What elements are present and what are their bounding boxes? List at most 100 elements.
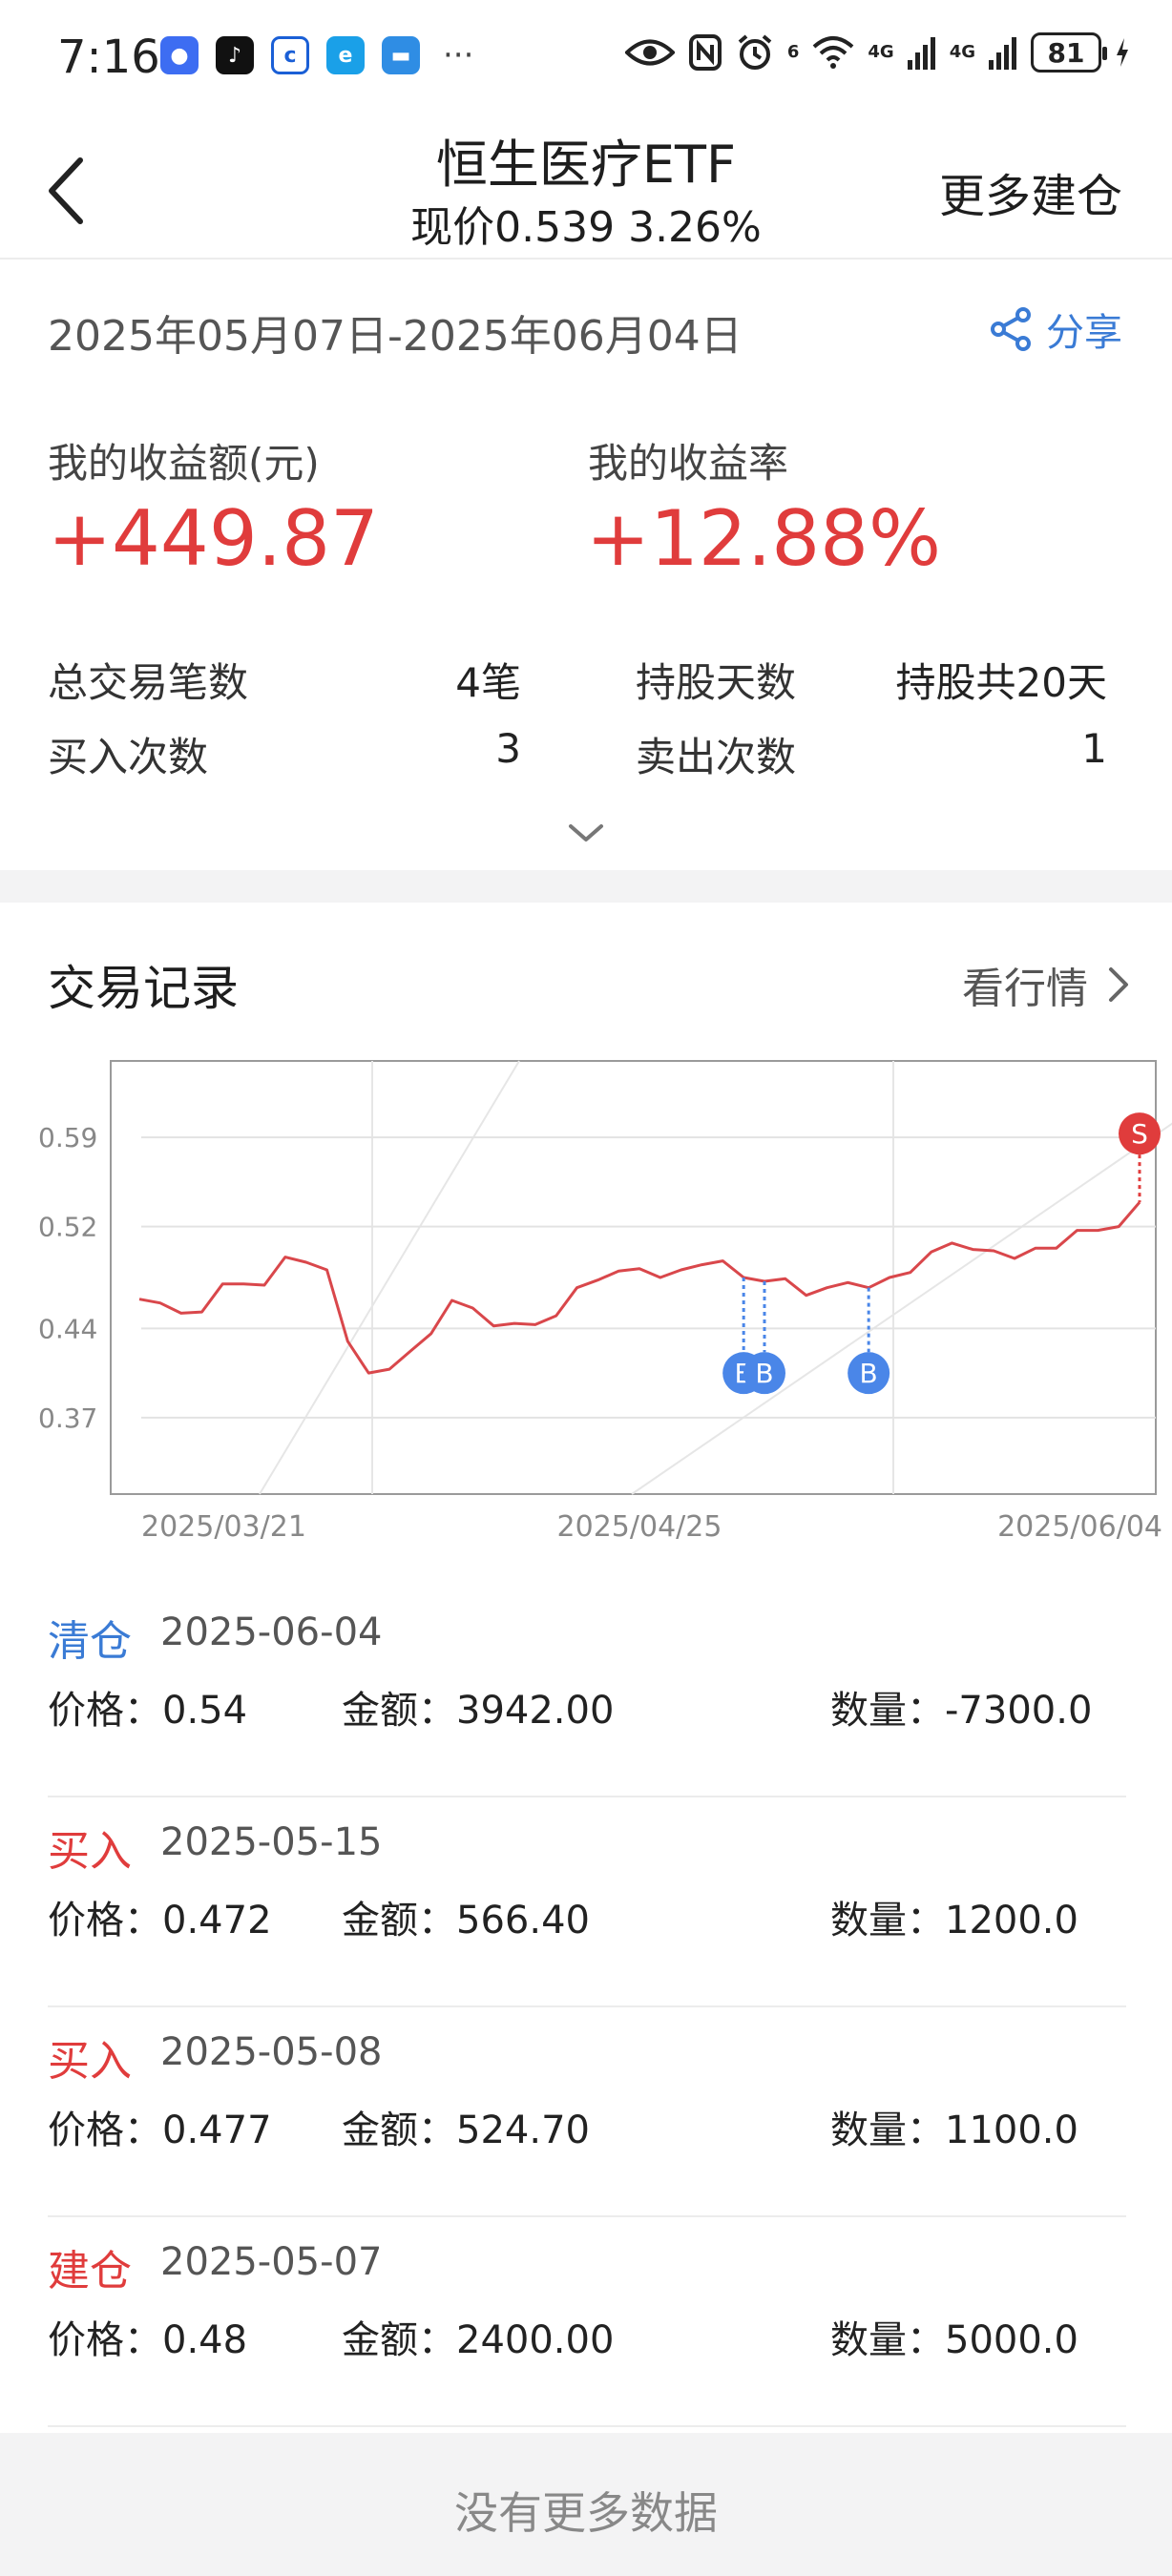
price-label: 价格： [48,2109,162,2152]
quantity-label: 数量： [830,1689,945,1733]
sell-count-label: 卖出次数 [636,734,797,780]
rate-value: +12.88% [586,494,942,583]
holding-days-value: 持股共20天 [895,659,1107,706]
status-bar: 7:16 ● ♪ c e ▬ ··· 6 4G 4G 81 [0,0,1172,114]
message-app-icon: ▬ [382,36,420,74]
y-tick-label: 0.59 [38,1122,97,1153]
list-footer: 没有更多数据 [0,2433,1172,2576]
status-time: 7:16 [57,31,160,84]
quantity-value: 1100.0 [945,2109,1078,2152]
amount-value: 524.70 [456,2109,590,2152]
trade-date: 2025-05-07 [160,2240,383,2284]
y-tick-label: 0.44 [38,1313,97,1344]
signal-icon [989,37,1016,70]
trade-price: 价格：0.472 [48,1889,272,1944]
quantity-label: 数量： [830,1899,945,1942]
view-market-link[interactable]: 看行情 [962,954,1130,1015]
amount-label: 金额： [342,1689,456,1733]
amount-value: 3942.00 [456,1689,615,1733]
douyin-app-icon: ♪ [216,36,254,74]
alarm-icon [738,34,772,70]
battery-icon: 81 [1031,32,1107,73]
quantity-label: 数量： [830,2109,945,2152]
trade-quantity: 数量：1100.0 [830,2099,1078,2154]
trade-date: 2025-06-04 [160,1610,383,1654]
trade-row[interactable]: 买入 2025-05-15 价格：0.472 金额：566.40 数量：1200.0 [48,1797,1126,2007]
browser-app-icon: c [271,36,309,74]
notification-icons: ● ♪ c e ▬ ··· [160,36,473,74]
section-divider [0,870,1172,903]
y-tick-label: 0.52 [38,1212,97,1243]
total-trades-label: 总交易笔数 [48,659,249,706]
trade-price: 价格：0.477 [48,2099,272,2154]
trade-quantity: 数量：5000.0 [830,2309,1078,2364]
trade-amount: 金额：2400.00 [342,2309,614,2364]
buy-count-label: 买入次数 [48,734,209,780]
system-icons: 6 4G 4G 81 [624,32,1130,73]
trade-amount: 金额：524.70 [342,2099,590,2154]
share-button[interactable]: 分享 [987,301,1122,357]
more-positions-button[interactable]: 更多建仓 [939,158,1122,225]
trade-type: 清仓 [48,1617,132,1666]
trade-type: 买入 [48,1827,132,1876]
page-header: 恒生医疗ETF 现价0.539 3.26% 更多建仓 [0,114,1172,260]
y-tick-label: 0.37 [38,1402,97,1434]
date-range: 2025年05月07日-2025年06月04日 [48,312,743,361]
eye-icon [624,39,675,66]
quantity-label: 数量： [830,2318,945,2362]
profit-label: 我的收益额(元) [48,440,320,487]
network-type-1: 4G [868,42,894,62]
trade-date: 2025-05-15 [160,1820,383,1864]
price-value: 0.472 [162,1899,272,1942]
battery-level: 81 [1047,36,1085,69]
buy-marker-label: B [860,1358,878,1389]
holding-days-label: 持股天数 [636,659,797,706]
x-tick-label: 2025/03/21 [141,1510,306,1544]
trade-row[interactable]: 建仓 2025-05-07 价格：0.48 金额：2400.00 数量：5000.0 [48,2217,1126,2427]
amount-label: 金额： [342,1899,456,1942]
buy-count-value: 3 [495,725,521,772]
x-tick-label: 2025/04/25 [557,1510,722,1544]
view-market-label: 看行情 [962,965,1088,1013]
trade-records-title: 交易记录 [48,961,239,1016]
network-type-2: 4G [949,42,975,62]
price-label: 价格： [48,1899,162,1942]
price-value: 0.477 [162,2109,272,2152]
profit-value: +449.87 [48,494,379,583]
trade-quantity: 数量：-7300.0 [830,1679,1092,1735]
price-label: 价格： [48,1689,162,1733]
wifi-icon [813,36,854,69]
plot-frame [110,1060,1157,1495]
amount-label: 金额： [342,2318,456,2362]
more-notifications-icon: ··· [443,36,474,74]
rate-label: 我的收益率 [588,440,789,487]
charging-icon [1117,38,1128,67]
vertical-gridline [631,1122,1172,1495]
trade-quantity: 数量：1200.0 [830,1889,1078,1944]
sell-count-value: 1 [1081,725,1107,772]
trade-price: 价格：0.54 [48,1679,247,1735]
chevron-down-icon[interactable] [567,819,605,847]
price-chart: 0.59 0.52 0.44 0.37 2025/03/21 2025/04/25 2025… [38,1060,1172,1544]
quantity-value: 5000.0 [945,2318,1078,2362]
total-trades-value: 4笔 [455,659,521,706]
trade-amount: 金额：566.40 [342,1889,590,1944]
vertical-gridline [259,1060,520,1495]
amount-value: 2400.00 [456,2318,615,2362]
quantity-value: -7300.0 [945,1689,1093,1733]
sell-marker-label: S [1131,1118,1148,1150]
price-value: 0.48 [162,2318,248,2362]
trade-type: 买入 [48,2037,132,2086]
share-icon [991,307,1031,351]
trade-amount: 金额：3942.00 [342,1679,614,1735]
share-label: 分享 [1046,311,1122,355]
price-label: 价格： [48,2318,162,2362]
trade-row[interactable]: 买入 2025-05-08 价格：0.477 金额：524.70 数量：1100.0 [48,2007,1126,2217]
price-line [138,1201,1141,1375]
amount-label: 金额： [342,2109,456,2152]
trade-date: 2025-05-08 [160,2030,383,2074]
signal-icon [907,37,935,70]
trade-row[interactable]: 清仓 2025-06-04 价格：0.54 金额：3942.00 数量：-7300.0 [48,1588,1126,1797]
wallet-app-icon: e [326,36,365,74]
chevron-right-icon [1109,967,1128,1002]
